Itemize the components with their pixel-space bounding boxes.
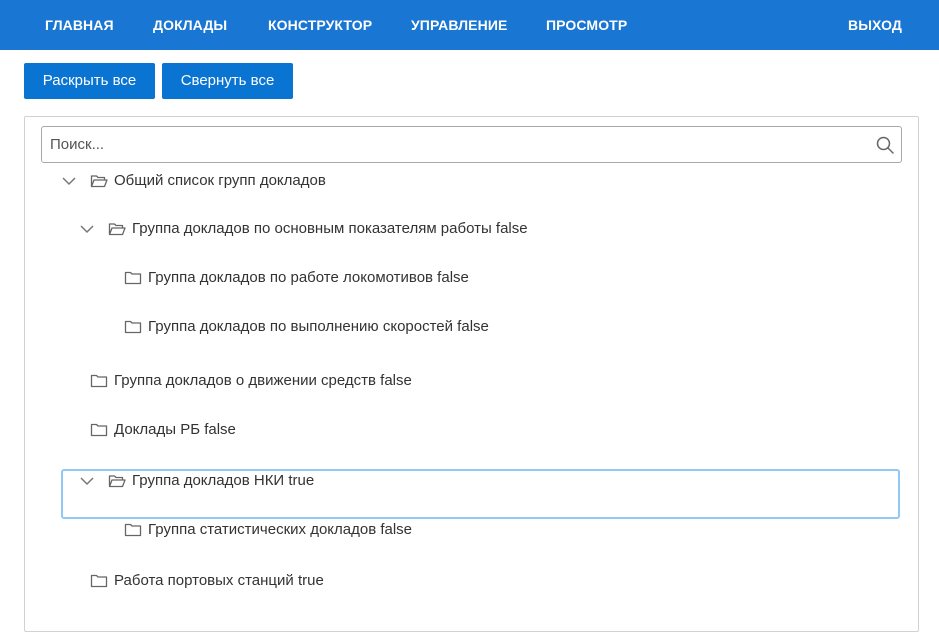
tree-node[interactable]: Группа докладов о движении средств false bbox=[79, 366, 885, 396]
top-navbar: ГЛАВНАЯ ДОКЛАДЫ КОНСТРУКТОР УПРАВЛЕНИЕ П… bbox=[0, 0, 939, 50]
nav-management[interactable]: УПРАВЛЕНИЕ bbox=[411, 0, 507, 50]
tree-node[interactable]: Группа докладов по работе локомотивов fa… bbox=[98, 263, 885, 293]
folder-icon bbox=[124, 320, 142, 334]
tree-node-label: Группа докладов о движении средств false bbox=[114, 372, 412, 389]
tree-node[interactable]: Группа докладов НКИ true bbox=[79, 466, 885, 496]
search-input[interactable] bbox=[42, 127, 862, 162]
chevron-down-icon[interactable] bbox=[79, 473, 95, 489]
tree-node[interactable]: Доклады РБ false bbox=[79, 415, 885, 445]
folder-open-icon bbox=[108, 475, 126, 488]
tree-node[interactable]: Группа докладов по основным показателям … bbox=[79, 214, 885, 244]
nav-reports[interactable]: ДОКЛАДЫ bbox=[153, 0, 227, 50]
tree-panel: Общий список групп докладов Группа доклад… bbox=[24, 116, 919, 632]
folder-icon bbox=[90, 574, 108, 588]
folder-icon bbox=[90, 423, 108, 437]
nav-constructor[interactable]: КОНСТРУКТОР bbox=[268, 0, 372, 50]
folder-open-icon bbox=[108, 223, 126, 236]
nav-home[interactable]: ГЛАВНАЯ bbox=[45, 0, 114, 50]
tree-node-label: Работа портовых станций true bbox=[114, 572, 324, 589]
tree-node[interactable]: Общий список групп докладов bbox=[61, 166, 885, 196]
tree-node-label: Группа докладов по выполнению скоростей … bbox=[148, 318, 489, 335]
search-icon[interactable] bbox=[875, 135, 895, 155]
tree-node-label: Группа докладов по работе локомотивов fa… bbox=[148, 269, 469, 286]
tree-node[interactable]: Группа статистических докладов false bbox=[98, 515, 885, 545]
tree-node-label: Группа докладов НКИ true bbox=[132, 472, 315, 489]
tree-node-label: Группа докладов по основным показателям … bbox=[132, 220, 528, 237]
folder-open-icon bbox=[90, 175, 108, 188]
chevron-down-icon[interactable] bbox=[79, 221, 95, 237]
folder-icon bbox=[90, 374, 108, 388]
nav-logout[interactable]: ВЫХОД bbox=[848, 0, 902, 50]
search-box bbox=[41, 126, 902, 163]
chevron-down-icon[interactable] bbox=[61, 173, 77, 189]
nav-view[interactable]: ПРОСМОТР bbox=[546, 0, 627, 50]
collapse-all-button[interactable]: Свернуть все bbox=[162, 63, 293, 99]
folder-icon bbox=[124, 271, 142, 285]
tree-node-label: Доклады РБ false bbox=[114, 421, 236, 438]
tree-node[interactable]: Группа докладов по выполнению скоростей … bbox=[98, 312, 885, 342]
expand-all-button[interactable]: Раскрыть все bbox=[24, 63, 155, 99]
tree-node[interactable]: Работа портовых станций true bbox=[79, 566, 885, 596]
folder-icon bbox=[124, 523, 142, 537]
tree-node-label: Группа статистических докладов false bbox=[148, 521, 413, 538]
tree-node-label: Общий список групп докладов bbox=[114, 172, 326, 189]
